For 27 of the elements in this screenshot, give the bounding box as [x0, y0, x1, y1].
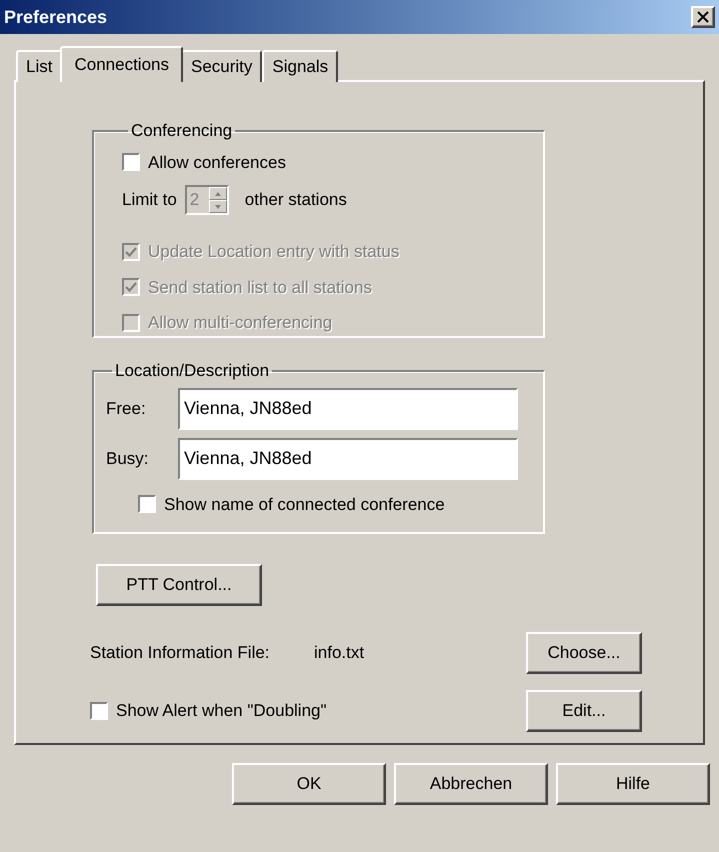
field-label: Limit to — [122, 189, 177, 212]
dialog-button[interactable]: OK — [232, 763, 386, 805]
edit-button[interactable]: Edit... — [526, 690, 642, 732]
field-label: Station Information File: — [90, 642, 271, 664]
checkbox-label: Show Alert when "Doubling" — [116, 700, 327, 722]
checkbox-label: Update Location entry with status — [148, 241, 400, 263]
text-field[interactable]: Vienna, JN88ed — [178, 388, 518, 430]
field-label: other stations — [244, 189, 347, 212]
group-title: Location/Description — [115, 361, 270, 380]
choose-button[interactable]: Choose... — [526, 632, 642, 674]
ptt-control-button[interactable]: PTT Control... — [96, 564, 262, 606]
text-field[interactable]: Vienna, JN88ed — [178, 438, 518, 480]
tab[interactable]: Connections — [60, 46, 183, 82]
field-label: Free: — [106, 398, 147, 420]
dialog-button[interactable]: Abbrechen — [394, 763, 548, 805]
checkbox-label: Show name of connected conference — [164, 494, 445, 516]
group-title: Conferencing — [131, 121, 232, 140]
file-name: info.txt — [314, 642, 366, 664]
checkbox-label: Allow multi-conferencing — [148, 312, 332, 334]
window-title: Preferences — [4, 6, 108, 28]
field-label: Busy: — [106, 448, 150, 470]
tab[interactable]: List — [16, 50, 62, 82]
tab[interactable]: Security — [180, 50, 262, 82]
checkbox-label: Allow conferences — [148, 152, 286, 174]
checkbox-label: Send station list to all stations — [148, 276, 372, 298]
dialog-button[interactable]: Hilfe — [556, 763, 710, 805]
tab[interactable]: Signals — [262, 50, 338, 82]
